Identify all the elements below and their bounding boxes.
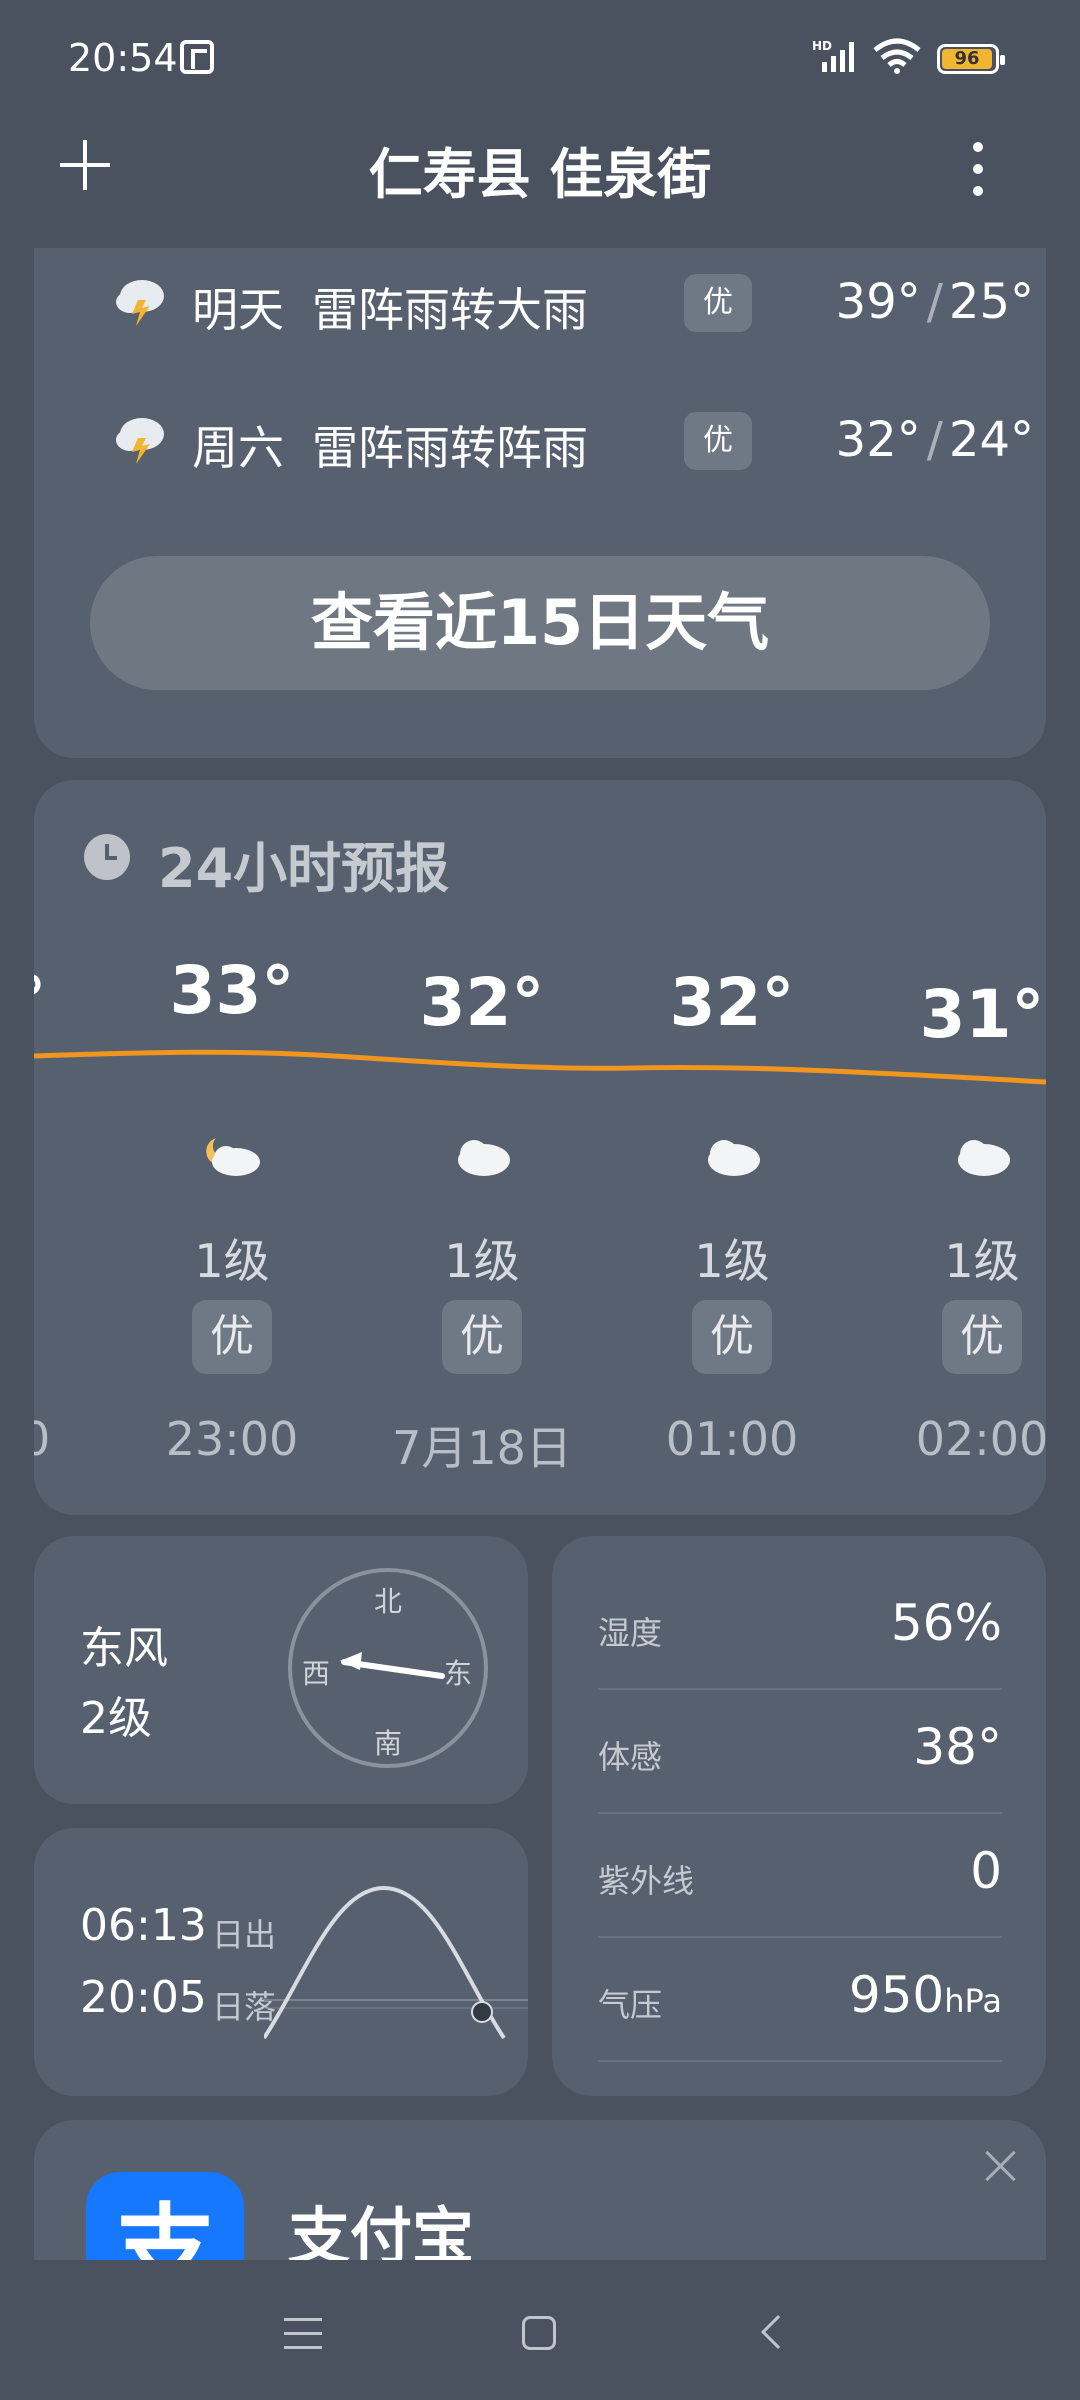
aqi-badge: 优 <box>684 412 752 470</box>
daily-temp: 39°/25° <box>835 274 1034 330</box>
sun-card[interactable]: 06:13 日出 20:05 日落 <box>34 1828 528 2096</box>
hourly-wind: 1级 <box>694 1234 770 1288</box>
wifi-icon <box>873 38 921 74</box>
detail-label: 紫外线 <box>598 1862 695 1900</box>
thunderstorm-icon <box>116 418 164 464</box>
sunset-time: 20:05 <box>80 1972 207 2023</box>
status-time: 20:54 <box>68 36 178 80</box>
daily-temp: 32°/24° <box>835 412 1034 468</box>
hourly-aqi: 优 <box>442 1300 522 1374</box>
battery-icon: 96 <box>937 44 1005 74</box>
wind-direction: 东风 <box>80 1623 168 1674</box>
battery-level: 96 <box>942 49 992 69</box>
aqi-badge: 优 <box>684 274 752 332</box>
hourly-time: 23:00 <box>165 1412 299 1466</box>
hourly-time: 01:00 <box>665 1412 799 1466</box>
hourly-temp: 33° <box>34 962 84 1039</box>
cloud-icon <box>708 1140 760 1176</box>
detail-uv: 紫外线 0 <box>598 1814 1002 1938</box>
cloud-icon <box>958 1140 1010 1176</box>
daily-row[interactable]: 周六 雷阵雨转阵雨 优 32°/24° <box>112 400 1042 480</box>
hourly-wind: 1级 <box>34 1225 84 1291</box>
view-15-day-button[interactable]: 查看近15日天气 <box>90 556 990 690</box>
night-cloud-icon <box>206 1138 260 1176</box>
page-title: 仁寿县 佳泉街 <box>368 143 712 206</box>
ad-card[interactable]: 支 支付宝 <box>34 2120 1046 2260</box>
sun-arc-icon <box>264 1885 528 2040</box>
close-icon[interactable] <box>984 2150 1016 2182</box>
detail-value: 0 <box>970 1842 1002 1900</box>
detail-value: 38° <box>913 1718 1002 1776</box>
hourly-temp: 31° <box>919 976 1045 1053</box>
wind-needle-icon <box>340 1652 445 1679</box>
svg-text:HD: HD <box>812 39 832 53</box>
wind-card[interactable]: 东风 2级 北 南 东 西 <box>34 1536 528 1804</box>
detail-label: 气压 <box>598 1986 663 2024</box>
hourly-aqi: 优 <box>942 1300 1022 1374</box>
detail-label: 体感 <box>598 1738 663 1776</box>
hourly-wind: 1级 <box>944 1234 1020 1288</box>
thunderstorm-icon <box>116 280 164 326</box>
hourly-wind: 1级 <box>444 1234 520 1288</box>
detail-pressure: 气压 950hPa <box>598 1938 1002 2062</box>
navigation-bar <box>0 2268 1080 2400</box>
status-bar: 20:54 HD 96 <box>0 0 1080 120</box>
cloud-icon <box>458 1140 510 1176</box>
detail-label: 湿度 <box>598 1614 663 1652</box>
nfc-icon <box>180 40 214 74</box>
hourly-temp: 32° <box>419 964 545 1041</box>
detail-feels-like: 体感 38° <box>598 1690 1002 1814</box>
daily-desc: 雷阵雨转大雨 <box>312 283 588 337</box>
ad-app-name: 支付宝 <box>288 2200 475 2260</box>
daily-forecast-card: 明天 雷阵雨转大雨 优 39°/25° 周六 雷阵雨转阵雨 优 32°/24° … <box>34 248 1046 758</box>
sunrise-time: 06:13 <box>80 1900 207 1951</box>
hourly-temp: 33° <box>169 952 295 1029</box>
weather-details-card[interactable]: 湿度 56% 体感 38° 紫外线 0 气压 950hPa <box>552 1536 1046 2096</box>
hourly-temp: 32° <box>669 964 795 1041</box>
home-button[interactable] <box>522 2316 556 2350</box>
detail-value: 950hPa <box>848 1966 1002 2024</box>
more-menu-button[interactable] <box>970 142 986 198</box>
back-button[interactable] <box>761 2315 795 2349</box>
signal-icon: HD <box>812 39 854 72</box>
hourly-aqi: 优 <box>192 1300 272 1374</box>
daily-day: 明天 <box>192 283 284 337</box>
detail-humidity: 湿度 56% <box>598 1566 1002 1690</box>
hourly-time: 02:00 <box>915 1412 1046 1466</box>
hourly-time: 22:00 <box>34 1412 51 1466</box>
alipay-logo: 支 <box>86 2172 244 2260</box>
hourly-wind: 1级 <box>194 1234 270 1288</box>
daily-row[interactable]: 明天 雷阵雨转大雨 优 39°/25° <box>112 262 1042 342</box>
wind-level: 2级 <box>80 1693 152 1744</box>
detail-value: 56% <box>890 1594 1002 1652</box>
daily-day: 周六 <box>192 421 284 475</box>
recent-apps-button[interactable] <box>284 2318 322 2350</box>
temperature-curve <box>34 1049 1046 1085</box>
compass-icon: 北 南 东 西 <box>288 1568 488 1768</box>
hourly-forecast-card[interactable]: 24小时预报 33° 1级 优 22:00 33° 1级 优 23:00 32°… <box>34 780 1046 1515</box>
daily-desc: 雷阵雨转阵雨 <box>312 421 588 475</box>
hourly-aqi: 优 <box>692 1300 772 1374</box>
hourly-time: 7月18日 <box>392 1421 572 1475</box>
